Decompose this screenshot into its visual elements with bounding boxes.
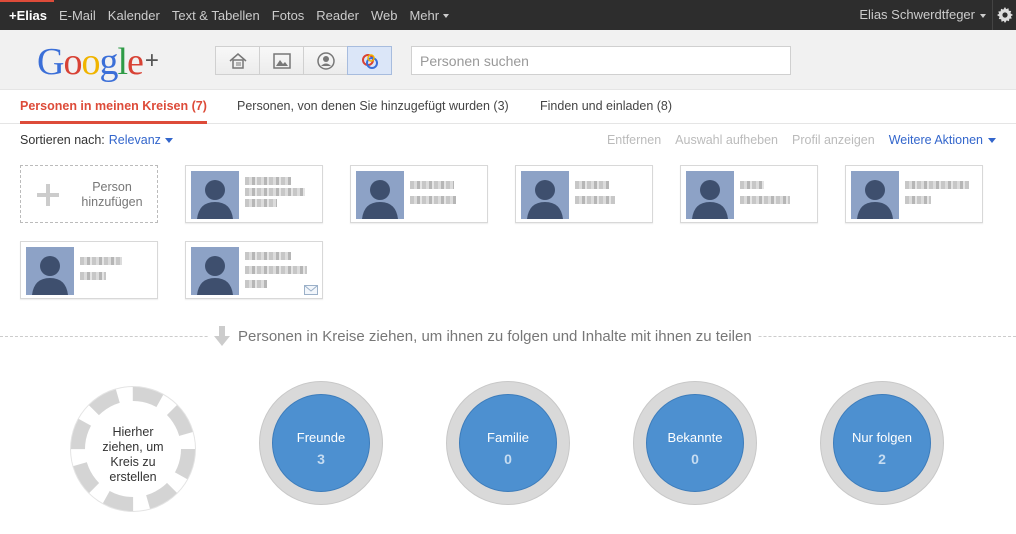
view-switcher (215, 46, 392, 75)
blurred-name (740, 196, 790, 204)
home-view-button[interactable] (215, 46, 260, 75)
circle-friends[interactable]: Freunde 3 (259, 381, 383, 505)
top-bar: +Elias E-Mail Kalender Text & Tabellen F… (0, 0, 1016, 30)
blurred-name (410, 181, 454, 189)
blurred-name (575, 181, 609, 189)
circle-acquaintances[interactable]: Bekannte 0 (633, 381, 757, 505)
avatar (851, 171, 899, 219)
circle-name: Freunde (296, 430, 346, 445)
circle-name: Bekannte (667, 430, 723, 445)
nav-photos[interactable]: Fotos (266, 8, 311, 23)
avatar (521, 171, 569, 219)
nav-more[interactable]: Mehr (403, 8, 455, 23)
person-silhouette-icon (197, 180, 233, 219)
blurred-name (905, 181, 969, 189)
plus-icon (37, 184, 59, 206)
nav-web[interactable]: Web (365, 8, 404, 23)
blurred-name (245, 199, 277, 207)
circles-view-button[interactable] (347, 46, 392, 75)
person-card[interactable] (185, 165, 323, 223)
person-card[interactable] (845, 165, 983, 223)
avatar (26, 247, 74, 295)
circle-inner: Nur folgen 2 (833, 394, 931, 492)
blurred-name (80, 272, 106, 280)
top-nav: +Elias E-Mail Kalender Text & Tabellen F… (0, 0, 455, 30)
sort-control: Sortieren nach: Relevanz (20, 133, 173, 147)
circle-count: 3 (317, 451, 325, 467)
photos-view-button[interactable] (259, 46, 304, 75)
nav-reader[interactable]: Reader (310, 8, 365, 23)
more-actions-button[interactable]: Weitere Aktionen (889, 133, 996, 147)
person-card[interactable] (185, 241, 323, 299)
gear-icon (996, 7, 1013, 23)
circle-following[interactable]: Nur folgen 2 (820, 381, 944, 505)
tab-people-who-added-you[interactable]: Personen, von denen Sie hinzugefügt wurd… (237, 91, 509, 124)
circle-count: 0 (504, 451, 512, 467)
circle-name: Nur folgen (852, 430, 912, 445)
home-icon (229, 52, 246, 69)
add-person-label: Person hinzufügen (81, 180, 143, 209)
person-silhouette-icon (197, 256, 233, 295)
action-bar: Entfernen Auswahl aufheben Profil anzeig… (607, 133, 996, 147)
envelope-icon (304, 285, 318, 295)
nav-profile[interactable]: +Elias (0, 8, 53, 23)
header: Google+ (0, 30, 1016, 90)
avatar (191, 171, 239, 219)
deselect-button[interactable]: Auswahl aufheben (675, 133, 778, 147)
search-input[interactable] (411, 46, 791, 75)
blurred-name (245, 188, 305, 196)
blurred-name (245, 280, 267, 288)
blurred-name (410, 196, 456, 204)
circles-icon (361, 53, 378, 69)
person-silhouette-icon (527, 180, 563, 219)
circle-count: 0 (691, 451, 699, 467)
blurred-name (740, 181, 764, 189)
avatar (686, 171, 734, 219)
person-card[interactable] (20, 241, 158, 299)
new-circle-dropzone[interactable]: Hierher ziehen, um Kreis zu erstellen (71, 387, 195, 511)
circle-family[interactable]: Familie 0 (446, 381, 570, 505)
avatar (356, 171, 404, 219)
blurred-name (245, 177, 291, 185)
person-silhouette-icon (32, 256, 68, 295)
person-silhouette-icon (857, 180, 893, 219)
person-card[interactable] (680, 165, 818, 223)
settings-button[interactable] (992, 0, 1016, 30)
arrow-down-icon (214, 326, 230, 346)
circle-name: Familie (487, 430, 529, 445)
profile-view-button[interactable] (303, 46, 348, 75)
circle-inner: Freunde 3 (272, 394, 370, 492)
new-circle-label: Hierher ziehen, um Kreis zu erstellen (102, 425, 164, 484)
photos-icon (272, 52, 291, 69)
view-profile-button[interactable]: Profil anzeigen (792, 133, 875, 147)
avatar (191, 247, 239, 295)
person-card[interactable] (350, 165, 488, 223)
blurred-name (905, 196, 931, 204)
remove-button[interactable]: Entfernen (607, 133, 661, 147)
profile-icon (316, 51, 335, 70)
sort-dropdown[interactable]: Relevanz (109, 133, 173, 147)
circle-inner: Familie 0 (459, 394, 557, 492)
blurred-name (80, 257, 122, 265)
person-card[interactable] (515, 165, 653, 223)
tab-find-and-invite[interactable]: Finden und einladen (8) (540, 91, 672, 124)
person-silhouette-icon (692, 180, 728, 219)
nav-email[interactable]: E-Mail (53, 8, 102, 23)
blurred-name (245, 266, 307, 274)
nav-docs[interactable]: Text & Tabellen (166, 8, 266, 23)
add-person-button[interactable]: Person hinzufügen (20, 165, 158, 223)
user-menu[interactable]: Elias Schwerdtfeger (859, 0, 986, 30)
nav-calendar[interactable]: Kalender (102, 8, 166, 23)
tab-bar: Personen in meinen Kreisen (7) Personen,… (0, 91, 1016, 124)
blurred-name (245, 252, 291, 260)
person-silhouette-icon (362, 180, 398, 219)
tab-people-in-circles[interactable]: Personen in meinen Kreisen (7) (20, 91, 207, 124)
blurred-name (575, 196, 615, 204)
google-plus-logo[interactable]: Google+ (37, 40, 159, 84)
circle-count: 2 (878, 451, 886, 467)
drag-hint: Personen in Kreise ziehen, um ihnen zu f… (208, 326, 758, 346)
drag-hint-text: Personen in Kreise ziehen, um ihnen zu f… (238, 327, 752, 345)
sort-label: Sortieren nach: (20, 133, 105, 147)
circle-inner: Bekannte 0 (646, 394, 744, 492)
